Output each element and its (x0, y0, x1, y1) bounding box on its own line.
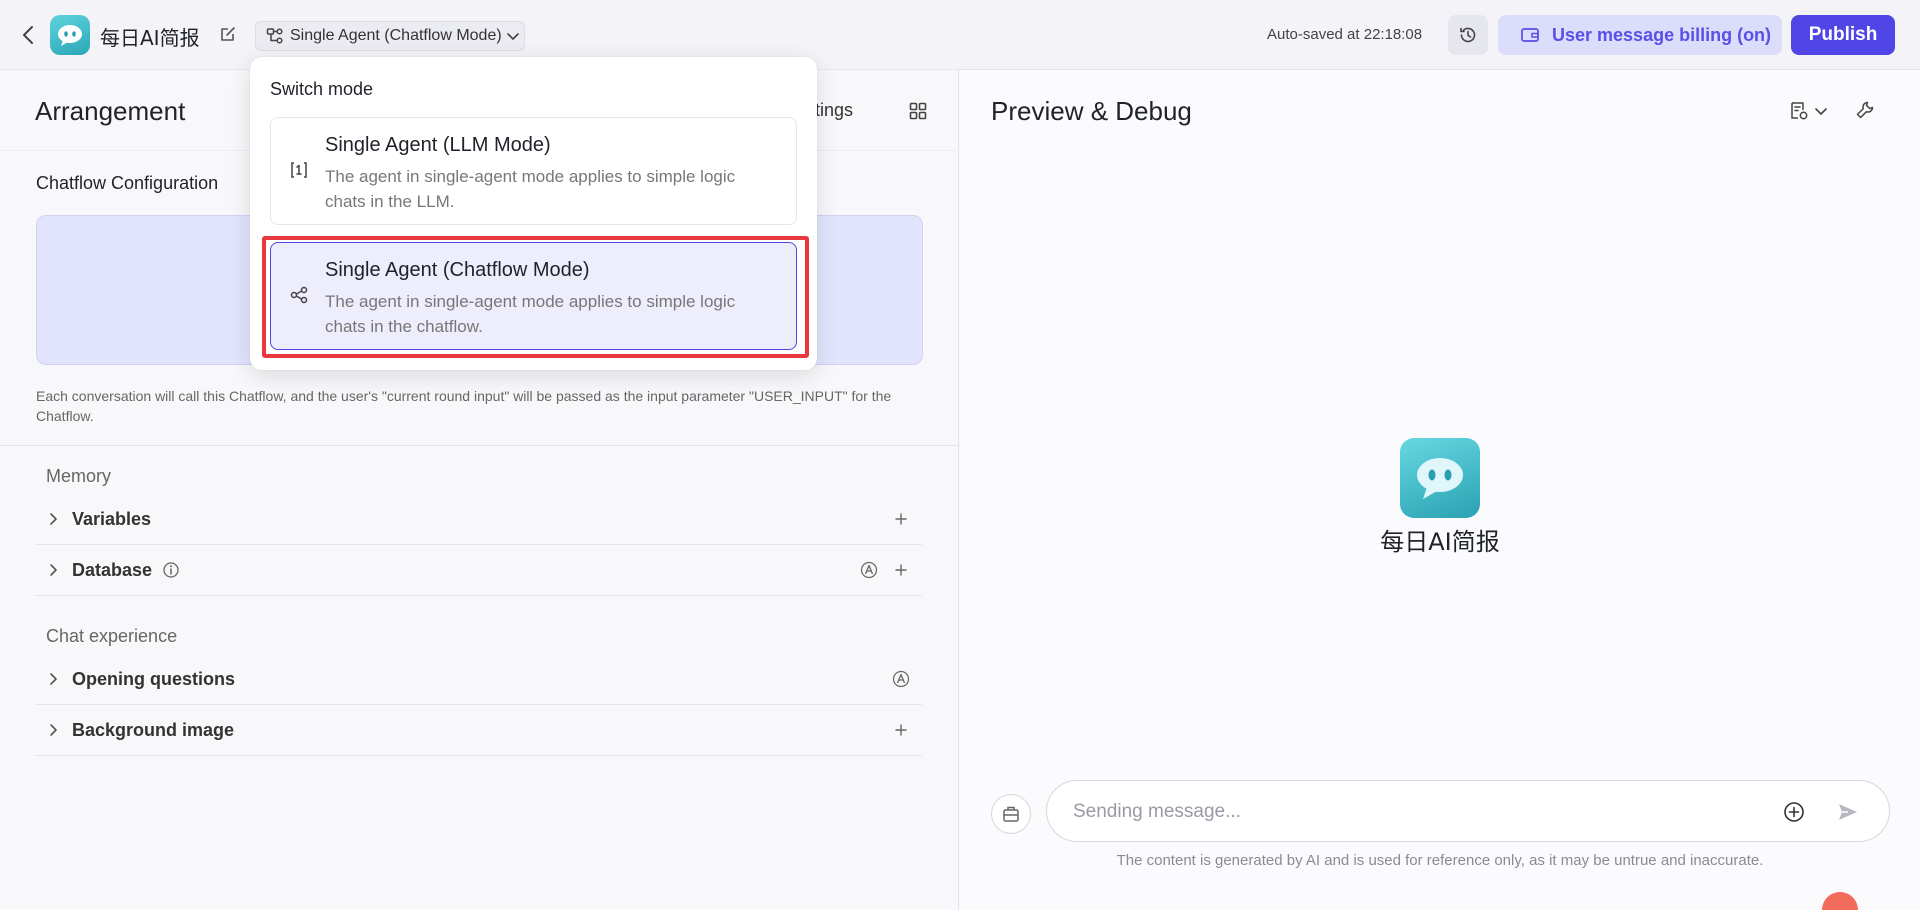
arrangement-title: Arrangement (35, 96, 186, 126)
toolbox-button[interactable] (991, 794, 1031, 834)
mode-switch-button[interactable]: Single Agent (Chatflow Mode) (255, 21, 525, 51)
info-icon[interactable] (162, 561, 180, 579)
assistant-bubble[interactable] (1822, 892, 1858, 910)
option-chatflow-mode[interactable]: Single Agent (Chatflow Mode) The agent i… (270, 242, 797, 350)
publish-button[interactable]: Publish (1791, 15, 1895, 55)
plus-icon[interactable] (892, 510, 910, 528)
ai-disclaimer: The content is generated by AI and is us… (1116, 852, 1764, 869)
option-desc: The agent in single-agent mode applies t… (325, 167, 736, 211)
chat-experience-group-label: Chat experience (46, 626, 178, 646)
section-divider (0, 445, 959, 446)
toolbox-icon (1001, 804, 1021, 824)
chevron-right-icon (46, 563, 60, 577)
memory-row-variables[interactable]: Variables (36, 494, 922, 545)
history-button[interactable] (1448, 15, 1488, 55)
plus-icon[interactable] (892, 721, 910, 739)
row-label: Database (72, 559, 153, 580)
workflow-icon (289, 285, 309, 305)
autosave-status: Auto-saved at 22:18:08 (1267, 26, 1423, 43)
llm-mode-icon (289, 160, 309, 180)
chevron-right-icon (46, 512, 60, 526)
auto-mode-icon[interactable] (892, 670, 910, 688)
option-llm-mode[interactable]: Single Agent (LLM Mode) The agent in sin… (270, 117, 797, 225)
chatflow-config-note: Each conversation will call this Chatflo… (36, 388, 892, 424)
dropdown-title: Switch mode (270, 79, 374, 99)
preview-debug-title: Preview & Debug (991, 96, 1192, 126)
app-avatar (50, 15, 90, 55)
billing-button[interactable]: User message billing (on) (1498, 15, 1782, 55)
chat-row-opening-questions[interactable]: Opening questions (36, 654, 922, 705)
row-label: Variables (72, 508, 152, 529)
chat-row-background-image[interactable]: Background image (36, 705, 922, 756)
workflow-icon (266, 27, 284, 45)
mode-label: Single Agent (Chatflow Mode) (290, 27, 502, 44)
send-icon[interactable] (1836, 800, 1860, 824)
chevron-right-icon (46, 723, 60, 737)
document-settings-icon (1788, 100, 1810, 122)
bot-name: 每日AI简报 (1380, 528, 1500, 556)
billing-label: User message billing (on) (1552, 24, 1772, 45)
chatflow-config-title: Chatflow Configuration (36, 173, 219, 193)
history-icon (1458, 25, 1478, 45)
chevron-down-icon (1814, 104, 1828, 118)
option-name: Single Agent (Chatflow Mode) (325, 259, 590, 281)
bot-avatar (1400, 438, 1480, 518)
chevron-down-icon (506, 29, 520, 43)
chevron-right-icon (46, 672, 60, 686)
debug-options-button[interactable] (1788, 100, 1828, 122)
back-arrow-icon[interactable] (18, 23, 40, 47)
grid-icon[interactable] (908, 101, 928, 121)
memory-row-database[interactable]: Database (36, 545, 922, 596)
message-input[interactable] (1073, 795, 1753, 829)
switch-mode-dropdown: Switch mode Single Agent (LLM Mode) The … (250, 57, 817, 370)
add-circle-icon[interactable] (1782, 800, 1806, 824)
edit-icon[interactable] (218, 24, 238, 44)
memory-group-label: Memory (46, 466, 112, 486)
plus-icon[interactable] (892, 561, 910, 579)
auto-mode-icon[interactable] (860, 561, 878, 579)
app-name: 每日AI简报 (100, 26, 200, 50)
row-label: Opening questions (72, 668, 236, 689)
preview-debug-panel: Preview & Debug 每日AI简报 Sending message..… (960, 70, 1920, 910)
row-label: Background image (72, 719, 235, 740)
wallet-icon (1520, 26, 1540, 44)
message-input-box (1046, 780, 1890, 842)
wrench-icon[interactable] (1854, 99, 1876, 121)
option-name: Single Agent (LLM Mode) (325, 134, 551, 156)
option-desc: The agent in single-agent mode applies t… (325, 292, 736, 336)
